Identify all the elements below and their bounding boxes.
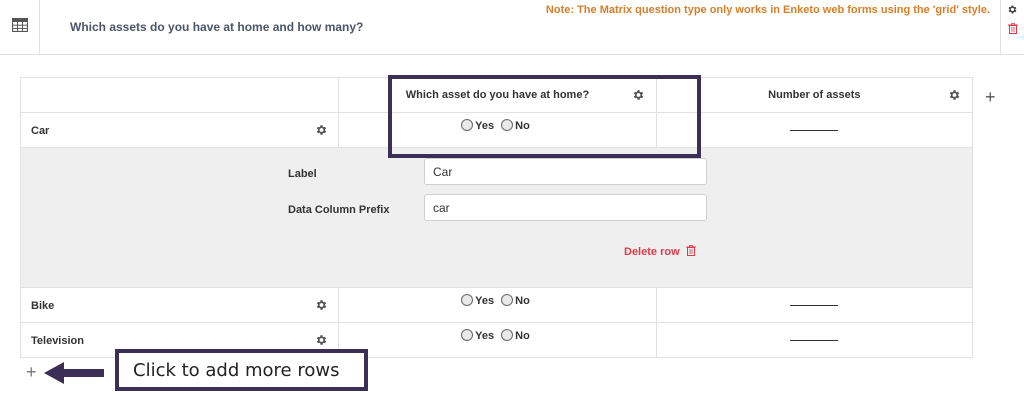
radio-yes[interactable]: [461, 329, 474, 341]
gear-icon[interactable]: [948, 89, 961, 102]
matrix-row: Bike Yes No: [19, 287, 974, 323]
row-label: Bike: [31, 300, 55, 313]
radio-no[interactable]: [501, 329, 514, 341]
label-field-label: Label: [288, 168, 317, 180]
radio-label: No: [515, 330, 530, 342]
add-rows-callout: Click to add more rows: [115, 349, 368, 391]
gear-icon[interactable]: [315, 124, 328, 137]
gear-icon[interactable]: [315, 334, 328, 347]
row-editor-cell: Label Data Column Prefix Delete row: [20, 147, 973, 288]
question-header: Which assets do you have at home and how…: [0, 0, 1024, 55]
label-field-input[interactable]: [424, 158, 707, 185]
corner-cell: [19, 77, 340, 113]
radio-label: No: [515, 295, 530, 307]
fields-highlight-box: [388, 75, 701, 158]
delete-row-label: Delete row: [624, 246, 680, 258]
column-header-number[interactable]: Number of assets: [655, 77, 974, 113]
radio-cell: Yes No: [338, 287, 657, 323]
blank-line: [790, 339, 839, 341]
delete-row-button[interactable]: Delete row: [624, 245, 696, 259]
trash-icon: [685, 245, 696, 259]
column-header-label: Number of assets: [768, 89, 861, 101]
radio-yes[interactable]: [461, 294, 474, 306]
arrow-left-icon: [44, 362, 106, 389]
trash-icon[interactable]: [1007, 21, 1018, 39]
row-header-bike[interactable]: Bike: [19, 287, 340, 323]
matrix-note: Note: The Matrix question type only work…: [545, 4, 990, 16]
number-cell: [655, 287, 974, 323]
blank-line: [790, 304, 839, 306]
number-cell: [655, 112, 974, 148]
add-row-button[interactable]: +: [26, 363, 37, 381]
callout-text: Click to add more rows: [133, 359, 340, 381]
gear-icon[interactable]: [315, 299, 328, 312]
question-title[interactable]: Which assets do you have at home and how…: [70, 20, 363, 34]
radio-cell: Yes No: [338, 322, 657, 358]
add-column-button[interactable]: +: [985, 88, 996, 106]
row-label: Television: [31, 335, 84, 348]
number-cell: [655, 322, 974, 358]
table-icon: [11, 17, 28, 37]
row-editor: Label Data Column Prefix Delete row: [20, 147, 973, 288]
radio-label: Yes: [475, 330, 495, 342]
prefix-field-input[interactable]: [424, 194, 707, 221]
radio-no[interactable]: [501, 294, 514, 306]
prefix-field-label: Data Column Prefix: [288, 204, 390, 216]
question-actions: [1000, 0, 1024, 55]
row-header-car[interactable]: Car: [19, 112, 340, 148]
gear-icon[interactable]: [1007, 2, 1018, 20]
row-label: Car: [31, 125, 50, 138]
blank-line: [790, 129, 839, 131]
question-type-indicator: [0, 0, 40, 55]
radio-label: Yes: [475, 295, 495, 307]
